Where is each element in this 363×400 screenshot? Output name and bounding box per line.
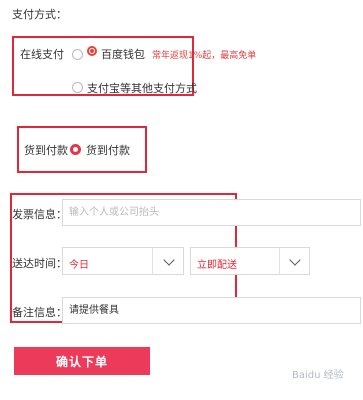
- remark-input[interactable]: 请提供餐具: [62, 297, 361, 324]
- invoice-input[interactable]: 输入个人或公司抬头: [62, 199, 361, 226]
- invoice-label: 发票信息：: [12, 208, 67, 221]
- submit-order-button[interactable]: 确认下单: [14, 347, 150, 375]
- cod-option-label[interactable]: 货到付款: [86, 142, 130, 158]
- online-payment-label: 在线支付: [20, 48, 64, 61]
- delivery-time-select[interactable]: 立即配送: [190, 247, 310, 275]
- radio-other-payment[interactable]: [72, 82, 83, 93]
- baidu-wallet-promo: 常年返现1%起，最高免单: [152, 51, 257, 61]
- payment-section-title: 支付方式：: [12, 8, 67, 21]
- other-payment-label[interactable]: 支付宝等其他支付方式: [87, 80, 197, 96]
- select-divider: [152, 248, 153, 274]
- cod-label: 货到付款: [24, 144, 68, 157]
- chevron-down-icon: [289, 254, 301, 266]
- delivery-day-select[interactable]: 今日: [62, 247, 184, 275]
- radio-baidu-wallet[interactable]: [72, 49, 83, 60]
- select-divider: [279, 248, 280, 274]
- delivery-time-label: 送达时间：: [12, 257, 67, 270]
- radio-cod[interactable]: [70, 144, 81, 155]
- baidu-wallet-label[interactable]: 百度钱包: [101, 46, 145, 62]
- chevron-down-icon: [163, 254, 175, 266]
- delivery-day-value: 今日: [69, 260, 89, 271]
- delivery-time-value: 立即配送: [197, 260, 237, 271]
- baidu-wallet-icon: [87, 46, 97, 56]
- baidu-jingyan-watermark: Baidu 经验: [292, 370, 344, 381]
- remark-label: 备注信息：: [12, 306, 67, 319]
